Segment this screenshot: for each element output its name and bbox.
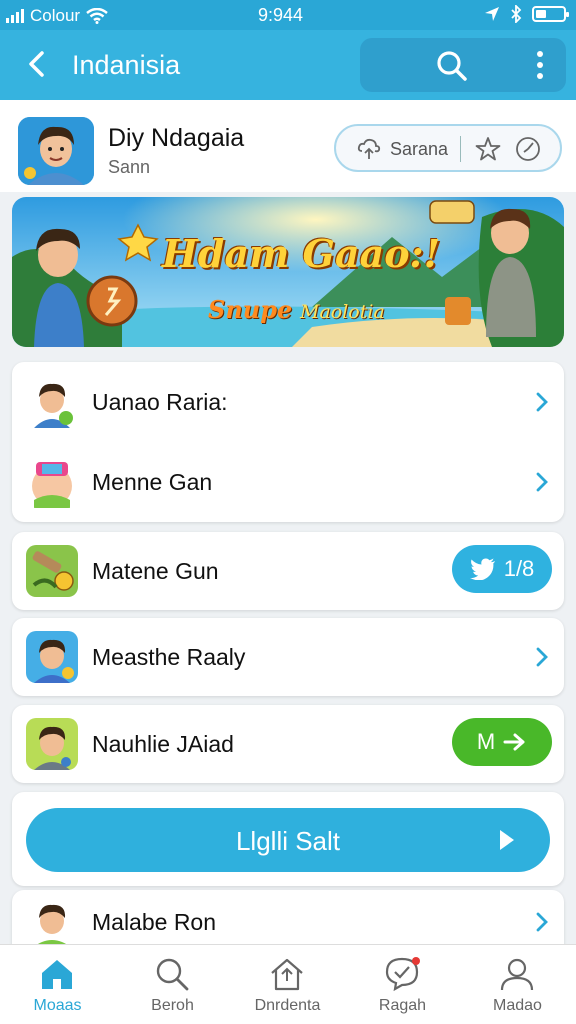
signal-icon: [6, 9, 24, 23]
list-card: Measthe Raaly: [12, 618, 564, 696]
twitter-share-button[interactable]: 1/8: [452, 545, 552, 593]
primary-cta-button[interactable]: Llglli Salt: [26, 808, 550, 872]
more-options-button[interactable]: [530, 48, 550, 82]
app-action-pill: Sarana: [334, 124, 562, 172]
app-bar: Indanisia: [0, 30, 576, 100]
home-icon: [42, 960, 72, 989]
chevron-right-icon: [536, 392, 548, 412]
battery-icon: [532, 6, 569, 22]
app-bar-actions: [360, 38, 566, 92]
list-item-label: Nauhlie JAiad: [92, 731, 234, 757]
clock-icon[interactable]: [514, 135, 542, 163]
tab-label: Dnrdenta: [254, 997, 321, 1014]
list-card: Matene Gun 1/8: [12, 532, 564, 610]
status-right: [484, 5, 569, 23]
bluetooth-icon: [511, 5, 522, 23]
pill-divider: [460, 136, 461, 162]
wifi-icon: [86, 8, 108, 24]
app-subtitle: Sann: [108, 157, 151, 177]
location-arrow-icon: [485, 7, 499, 21]
search-button[interactable]: [432, 46, 472, 86]
character-avatar-icon: [26, 376, 78, 428]
status-bar: Colour 9:944: [0, 0, 576, 30]
list-item-label: Measthe Raaly: [92, 644, 246, 670]
tab-label: Ragah: [378, 997, 427, 1014]
tab-label: Moaas: [33, 997, 82, 1014]
cloud-upload-icon[interactable]: [356, 137, 382, 161]
tab-label: Beroh: [151, 997, 194, 1014]
tab-house[interactable]: Dnrdenta: [230, 945, 345, 1024]
next-action-button[interactable]: M: [452, 718, 552, 766]
bottom-tab-bar: Moaas Beroh Dnrdenta Ragah Madao: [0, 944, 576, 1024]
banner-subtitle-primary: Snupe: [208, 295, 293, 324]
page-title: Indanisia: [72, 50, 181, 80]
chevron-right-icon: [536, 912, 548, 932]
profile-icon: [500, 958, 534, 991]
list-card-group: Uanao Raria: Menne Gan: [12, 362, 564, 522]
list-item[interactable]: Uanao Raria:: [12, 362, 564, 442]
chevron-right-icon: [536, 472, 548, 492]
pill-label[interactable]: Sarana: [390, 139, 448, 160]
chat-check-icon: [385, 957, 420, 992]
character-avatar-icon: [26, 896, 78, 948]
tab-label: Madao: [493, 997, 542, 1014]
banner-subtitle-secondary: Maolotia: [300, 301, 385, 323]
tools-game-icon: [26, 545, 78, 597]
arrow-right-icon: [503, 733, 525, 751]
list-item[interactable]: Matene Gun 1/8: [12, 531, 564, 611]
status-left: Colour: [6, 6, 108, 26]
carrier-name: Colour: [30, 6, 81, 25]
list-item[interactable]: Nauhlie JAiad M: [12, 704, 564, 784]
app-avatar: [18, 117, 94, 185]
chevron-right-icon: [536, 647, 548, 667]
twitter-bird-icon: [469, 558, 495, 580]
house-outline-icon: [271, 958, 303, 991]
promo-banner[interactable]: Hdam Gaao:! Snupe Maolotia: [12, 197, 564, 347]
next-button-text: M: [476, 729, 496, 754]
search-icon: [156, 958, 189, 991]
tab-messages[interactable]: Ragah: [345, 945, 460, 1024]
character-avatar-icon: [26, 718, 78, 770]
back-button[interactable]: [20, 46, 56, 82]
tab-search[interactable]: Beroh: [115, 945, 230, 1024]
star-icon[interactable]: [474, 135, 502, 163]
character-avatar-icon: [26, 631, 78, 683]
twitter-badge-text: 1/8: [503, 556, 535, 581]
play-icon: [500, 830, 514, 850]
app-name: Diy Ndagaia: [108, 124, 245, 152]
list-item[interactable]: Measthe Raaly: [12, 617, 564, 697]
list-item[interactable]: Menne Gan: [12, 442, 564, 522]
list-item-label: Matene Gun: [92, 558, 219, 584]
list-item-label: Uanao Raria:: [92, 389, 228, 415]
notification-dot: [412, 957, 420, 965]
tab-home[interactable]: Moaas: [0, 945, 115, 1024]
list-item-label: Malabe Ron: [92, 909, 217, 935]
cta-label: Llglli Salt: [235, 826, 341, 856]
status-time: 9:944: [258, 5, 304, 25]
banner-title: Hdam Gaao:!: [162, 231, 441, 276]
tab-profile[interactable]: Madao: [460, 945, 575, 1024]
list-card: Nauhlie JAiad M: [12, 705, 564, 783]
list-item-label: Menne Gan: [92, 469, 213, 495]
game-character-icon: [26, 456, 78, 508]
